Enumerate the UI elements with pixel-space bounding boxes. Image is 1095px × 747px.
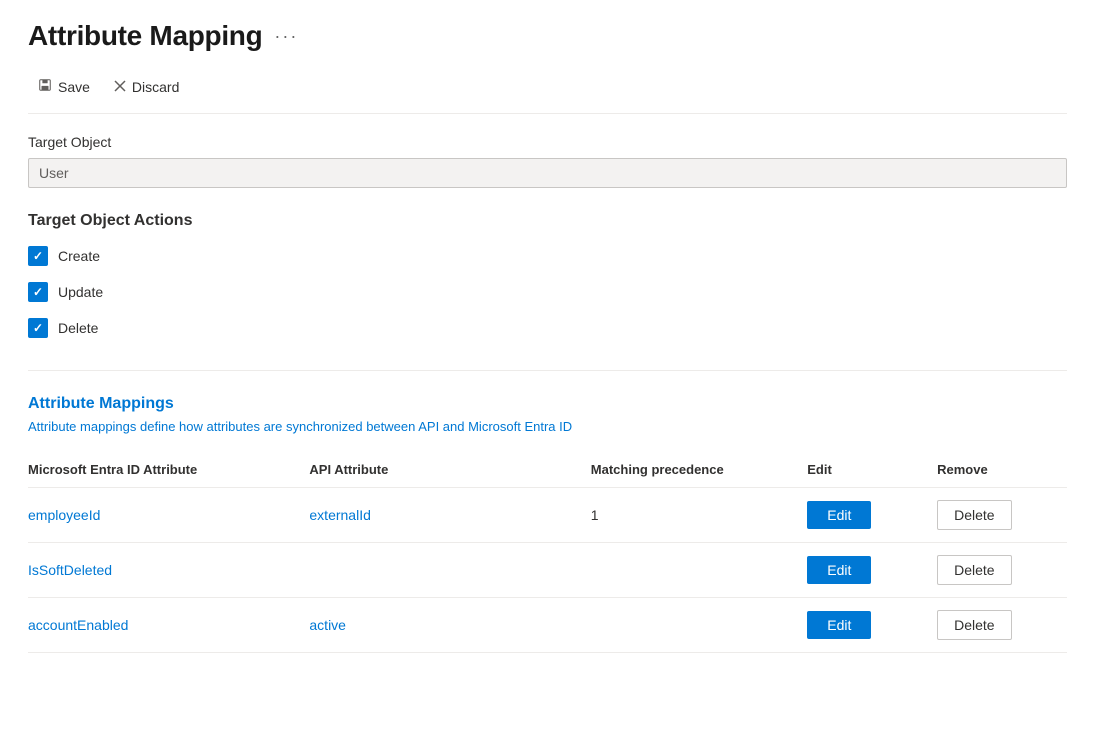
cell-edit-1: Edit <box>807 488 937 543</box>
delete-button-3[interactable]: Delete <box>937 610 1011 640</box>
checkbox-update-label: Update <box>58 284 103 300</box>
checkbox-create-label: Create <box>58 248 100 264</box>
checkbox-create-box: ✓ <box>28 246 48 266</box>
cell-delete-2: Delete <box>937 543 1067 598</box>
target-object-actions-title: Target Object Actions <box>28 212 1067 230</box>
section-divider <box>28 370 1067 371</box>
save-icon <box>38 78 52 95</box>
discard-icon <box>114 79 126 95</box>
page-header: Attribute Mapping ··· <box>28 20 1067 52</box>
page-container: Attribute Mapping ··· Save Discard <box>0 0 1095 673</box>
checkbox-delete-box: ✓ <box>28 318 48 338</box>
discard-label: Discard <box>132 79 179 95</box>
col-entra-attr: Microsoft Entra ID Attribute <box>28 454 309 488</box>
table-body: employeeId externalId 1 Edit Delete IsSo… <box>28 488 1067 653</box>
checkbox-delete[interactable]: ✓ Delete <box>28 318 1067 338</box>
save-label: Save <box>58 79 90 95</box>
save-button[interactable]: Save <box>28 72 100 101</box>
page-title: Attribute Mapping <box>28 20 262 52</box>
target-object-label: Target Object <box>28 134 1067 150</box>
checkbox-create[interactable]: ✓ Create <box>28 246 1067 266</box>
attribute-mappings-subtitle: Attribute mappings define how attributes… <box>28 419 1067 434</box>
cell-entra-attr-2: IsSoftDeleted <box>28 543 309 598</box>
target-object-actions-section: Target Object Actions ✓ Create ✓ Update … <box>28 212 1067 338</box>
target-object-section: Target Object <box>28 134 1067 212</box>
toolbar: Save Discard <box>28 72 1067 114</box>
col-matching-precedence: Matching precedence <box>591 454 807 488</box>
checkbox-update[interactable]: ✓ Update <box>28 282 1067 302</box>
attribute-mappings-section: Attribute Mappings Attribute mappings de… <box>28 395 1067 653</box>
cell-api-attr-1: externalId <box>309 488 590 543</box>
col-api-attr: API Attribute <box>309 454 590 488</box>
table-header-row: Microsoft Entra ID Attribute API Attribu… <box>28 454 1067 488</box>
checkmark-update: ✓ <box>33 285 43 299</box>
attribute-mappings-title: Attribute Mappings <box>28 395 1067 413</box>
cell-api-attr-2 <box>309 543 590 598</box>
table-header: Microsoft Entra ID Attribute API Attribu… <box>28 454 1067 488</box>
checkmark-create: ✓ <box>33 249 43 263</box>
checkmark-delete: ✓ <box>33 321 43 335</box>
checkbox-group: ✓ Create ✓ Update ✓ Delete <box>28 246 1067 338</box>
cell-delete-3: Delete <box>937 598 1067 653</box>
cell-edit-2: Edit <box>807 543 937 598</box>
cell-entra-attr-3: accountEnabled <box>28 598 309 653</box>
checkbox-delete-label: Delete <box>58 320 98 336</box>
checkbox-update-box: ✓ <box>28 282 48 302</box>
delete-button-2[interactable]: Delete <box>937 555 1011 585</box>
edit-button-1[interactable]: Edit <box>807 501 871 529</box>
target-object-input[interactable] <box>28 158 1067 188</box>
cell-delete-1: Delete <box>937 488 1067 543</box>
col-edit: Edit <box>807 454 937 488</box>
cell-edit-3: Edit <box>807 598 937 653</box>
table-row: employeeId externalId 1 Edit Delete <box>28 488 1067 543</box>
cell-entra-attr-1: employeeId <box>28 488 309 543</box>
table-row: IsSoftDeleted Edit Delete <box>28 543 1067 598</box>
cell-precedence-2 <box>591 543 807 598</box>
table-row: accountEnabled active Edit Delete <box>28 598 1067 653</box>
edit-button-2[interactable]: Edit <box>807 556 871 584</box>
delete-button-1[interactable]: Delete <box>937 500 1011 530</box>
cell-precedence-3 <box>591 598 807 653</box>
discard-button[interactable]: Discard <box>104 73 189 101</box>
cell-precedence-1: 1 <box>591 488 807 543</box>
col-remove: Remove <box>937 454 1067 488</box>
edit-button-3[interactable]: Edit <box>807 611 871 639</box>
attribute-mappings-table: Microsoft Entra ID Attribute API Attribu… <box>28 454 1067 653</box>
cell-api-attr-3: active <box>309 598 590 653</box>
more-options-button[interactable]: ··· <box>274 27 298 45</box>
